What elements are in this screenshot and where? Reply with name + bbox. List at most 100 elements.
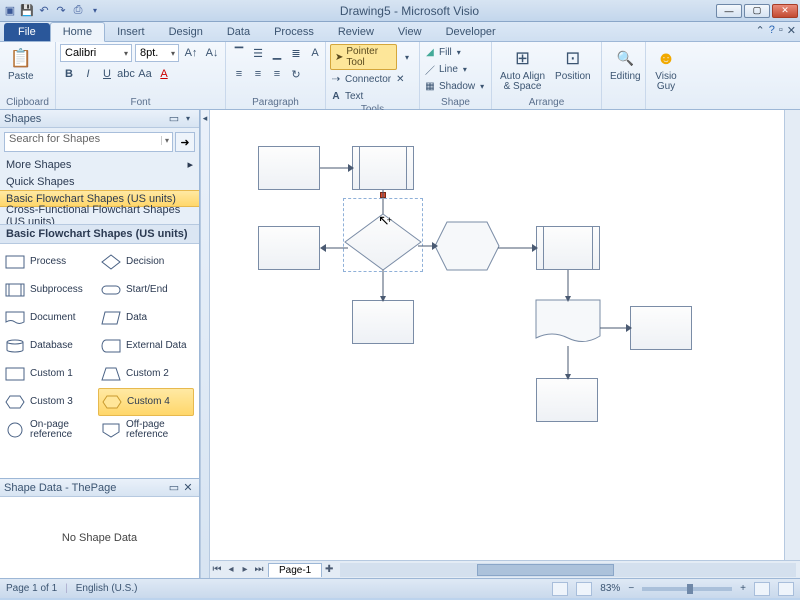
vertical-scrollbar[interactable] [784, 110, 800, 560]
shape-custom2[interactable]: Custom 2 [98, 360, 194, 388]
tab-developer[interactable]: Developer [434, 23, 508, 41]
shape-startend[interactable]: Start/End [98, 276, 194, 304]
canvas-subprocess-1[interactable] [352, 146, 414, 190]
minimize-button[interactable]: — [716, 4, 742, 18]
shape-decision[interactable]: Decision [98, 248, 194, 276]
cross-functional-row[interactable]: Cross-Functional Flowchart Shapes (US un… [0, 207, 199, 224]
tab-home[interactable]: Home [50, 22, 105, 42]
tab-view[interactable]: View [386, 23, 434, 41]
align-mid-icon[interactable]: ☰ [249, 44, 267, 62]
increase-font-icon[interactable]: A↑ [182, 44, 200, 62]
print-icon[interactable]: ⎙ [70, 3, 86, 19]
page-prev-icon[interactable]: ◂ [224, 564, 238, 575]
align-left-icon[interactable]: ≡ [230, 65, 248, 83]
align-right-icon[interactable]: ≡ [268, 65, 286, 83]
canvas-decision[interactable] [345, 214, 421, 270]
collapse-pane-button[interactable]: ◂ [200, 110, 210, 578]
page-first-icon[interactable]: ⏮ [210, 564, 224, 575]
shape-custom4[interactable]: Custom 4 [98, 388, 194, 416]
shape-document[interactable]: Document [2, 304, 98, 332]
font-size-combo[interactable]: 8pt. [135, 44, 179, 62]
canvas-process-4[interactable] [630, 306, 692, 350]
bullets-icon[interactable]: ≣ [287, 44, 305, 62]
tool-close-icon[interactable]: ✕ [394, 74, 406, 85]
shape-subprocess[interactable]: Subprocess [2, 276, 98, 304]
textblock-icon[interactable]: A [306, 44, 324, 62]
maximize-button[interactable]: ▢ [744, 4, 770, 18]
shape-extdata[interactable]: External Data [98, 332, 194, 360]
tab-review[interactable]: Review [326, 23, 386, 41]
quick-shapes-row[interactable]: Quick Shapes [0, 173, 199, 190]
canvas-hexagon[interactable] [435, 222, 499, 270]
align-center-icon[interactable]: ≡ [249, 65, 267, 83]
search-shapes-input[interactable]: Search for Shapes [4, 132, 173, 152]
undo-icon[interactable]: ↶ [36, 3, 52, 19]
tab-design[interactable]: Design [157, 23, 215, 41]
shape-data[interactable]: Data [98, 304, 194, 332]
doc-restore-icon[interactable]: ▫ [779, 24, 783, 37]
connector-tool-button[interactable]: ⇢Connector✕ [330, 71, 407, 87]
canvas-document[interactable] [536, 300, 600, 346]
canvas-process-1[interactable] [258, 146, 320, 190]
fullscreen-icon[interactable] [778, 582, 794, 596]
visio-guy-button[interactable]: ☻Visio Guy [650, 44, 682, 94]
shape-database[interactable]: Database [2, 332, 98, 360]
shapedata-close-icon[interactable]: ✕ [181, 481, 195, 494]
horizontal-scrollbar[interactable] [340, 563, 796, 577]
pane-minimize-icon[interactable]: ▭ [167, 112, 181, 125]
zoom-in-icon[interactable]: + [740, 583, 746, 594]
help-icon[interactable]: ? [769, 24, 775, 37]
case-button[interactable]: Aa [136, 65, 154, 83]
canvas-process-3[interactable] [352, 300, 414, 344]
search-go-button[interactable]: ➜ [175, 132, 195, 152]
page-tab-1[interactable]: Page-1 [268, 563, 322, 577]
more-shapes-row[interactable]: More Shapes▸ [0, 156, 199, 173]
redo-icon[interactable]: ↷ [53, 3, 69, 19]
minimize-ribbon-icon[interactable]: ⌃ [756, 24, 765, 37]
drawing-canvas[interactable]: ↖+ [210, 110, 784, 560]
tab-process[interactable]: Process [262, 23, 326, 41]
page-last-icon[interactable]: ⏭ [252, 564, 266, 575]
shape-offpage[interactable]: Off-page reference [98, 416, 194, 444]
line-button[interactable]: ／Line▾ [424, 61, 467, 77]
rotate-icon[interactable]: ↻ [287, 65, 305, 83]
bold-button[interactable]: B [60, 65, 78, 83]
shape-custom3[interactable]: Custom 3 [2, 388, 98, 416]
zoom-slider[interactable] [642, 587, 732, 591]
fit-page-icon[interactable] [754, 582, 770, 596]
qat-more-icon[interactable]: ▾ [87, 3, 103, 19]
pointer-tool-button[interactable]: ➤Pointer Tool [330, 44, 397, 70]
shape-process[interactable]: Process [2, 248, 98, 276]
presentation-icon[interactable] [576, 582, 592, 596]
text-tool-button[interactable]: AText [330, 88, 363, 104]
pointer-dropdown[interactable]: ▾ [399, 48, 415, 66]
strike-button[interactable]: abc [117, 65, 135, 83]
hscroll-thumb[interactable] [477, 564, 614, 576]
app-icon[interactable]: ▣ [2, 3, 18, 19]
position-button[interactable]: ⊡Position [551, 44, 595, 84]
font-name-combo[interactable]: Calibri [60, 44, 132, 62]
zoom-level[interactable]: 83% [600, 583, 620, 594]
page-next-icon[interactable]: ▸ [238, 564, 252, 575]
save-icon[interactable]: 💾 [19, 3, 35, 19]
decrease-font-icon[interactable]: A↓ [203, 44, 221, 62]
font-color-button[interactable]: A [155, 65, 173, 83]
macro-record-icon[interactable] [552, 582, 568, 596]
status-lang[interactable]: English (U.S.) [76, 583, 138, 594]
shapedata-min-icon[interactable]: ▭ [167, 481, 181, 494]
shape-custom1[interactable]: Custom 1 [2, 360, 98, 388]
zoom-out-icon[interactable]: − [628, 583, 634, 594]
rotate-handle[interactable] [380, 192, 386, 198]
canvas-process-5[interactable] [536, 378, 598, 422]
italic-button[interactable]: I [79, 65, 97, 83]
paste-button[interactable]: 📋Paste [4, 44, 38, 84]
file-tab[interactable]: File [4, 23, 50, 41]
doc-close-icon[interactable]: ✕ [787, 24, 796, 37]
close-button[interactable]: ✕ [772, 4, 798, 18]
align-bot-icon[interactable]: ▁ [268, 44, 286, 62]
pane-dropdown-icon[interactable]: ▾ [181, 114, 195, 123]
shape-onpage[interactable]: On-page reference [2, 416, 98, 444]
underline-button[interactable]: U [98, 65, 116, 83]
editing-button[interactable]: 🔍Editing [606, 44, 645, 84]
fill-button[interactable]: ◢Fill▾ [424, 44, 461, 60]
